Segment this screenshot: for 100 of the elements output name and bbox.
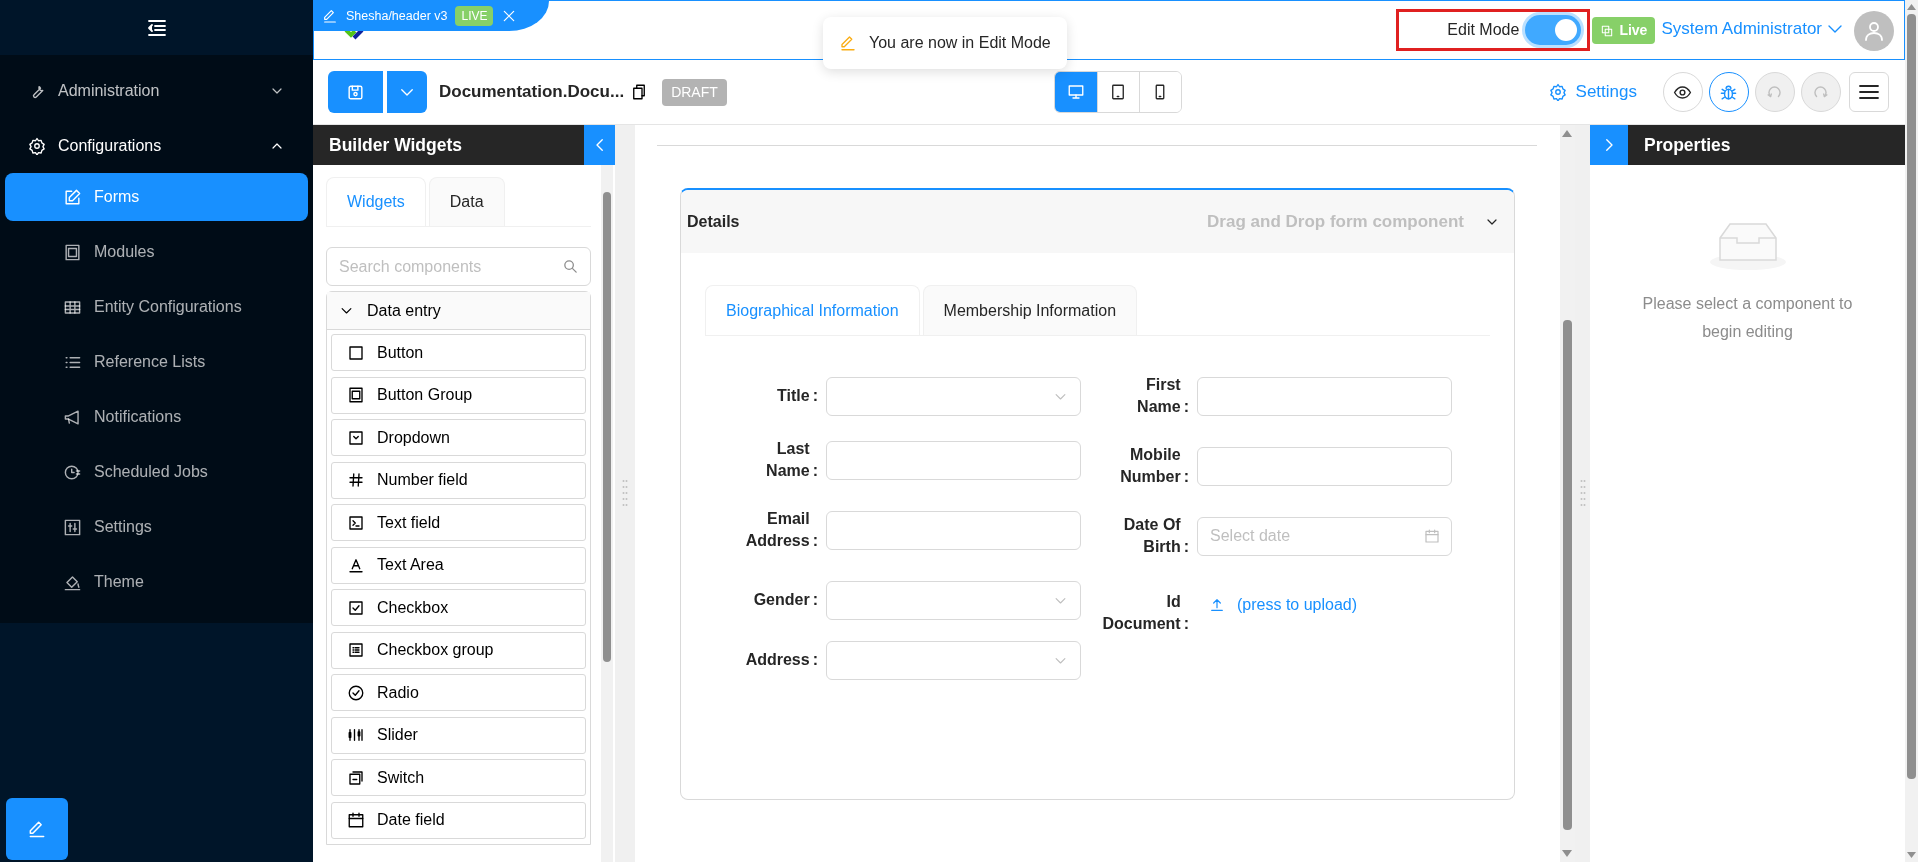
date-field[interactable]: Select date: [1197, 516, 1452, 556]
slider-icon: [347, 726, 365, 744]
sidebar-item[interactable]: Scheduled Jobs: [5, 448, 308, 496]
scrollbar[interactable]: [1560, 125, 1575, 862]
search-icon: [562, 258, 579, 275]
scroll-down-icon[interactable]: [1561, 849, 1573, 859]
radio-icon: [347, 683, 365, 702]
device-button[interactable]: [1138, 72, 1181, 112]
live-tag-text: Live: [1619, 21, 1648, 40]
copy-icon: [1600, 23, 1615, 38]
save-icon: [346, 82, 365, 102]
drag-handle-icon[interactable]: [622, 478, 628, 509]
expand-button[interactable]: [1590, 125, 1628, 165]
live-badge: LIVE: [455, 6, 494, 26]
widget-item[interactable]: Date field: [331, 801, 586, 839]
input-field[interactable]: [826, 510, 1081, 550]
widget-item[interactable]: Switch: [331, 759, 586, 796]
hash-icon: [347, 471, 365, 489]
widget-item[interactable]: Dropdown: [331, 419, 586, 456]
empty-message: Please select a component to begin editing: [1641, 294, 1854, 342]
group-header[interactable]: Data entry: [327, 292, 590, 330]
widget-item[interactable]: Checkbox: [331, 589, 586, 626]
label-colon: :: [1183, 537, 1189, 557]
widget-item[interactable]: Slider: [331, 716, 586, 754]
panel-title: Details: [687, 211, 740, 232]
edit-mode-toggle[interactable]: [1525, 15, 1582, 45]
user-icon: [1862, 19, 1886, 43]
button-group-icon: [347, 386, 365, 404]
bug-icon: [1719, 82, 1739, 102]
pencil-icon: [322, 8, 338, 24]
sidebar-item[interactable]: Modules: [5, 228, 308, 276]
scroll-up-icon[interactable]: [1561, 128, 1573, 138]
field-label: Last Name: [765, 438, 810, 481]
save-button[interactable]: [328, 71, 383, 113]
edit-button[interactable]: [6, 798, 68, 860]
widget-item[interactable]: Button: [331, 334, 586, 371]
field-label: Email Address: [744, 508, 810, 551]
module-icon: [63, 242, 82, 262]
checklist-icon: [347, 641, 365, 659]
sidebar-item[interactable]: Reference Lists: [5, 338, 308, 386]
calendar-icon: [347, 811, 365, 829]
select-field[interactable]: [826, 580, 1081, 620]
dropdown-button[interactable]: [387, 71, 427, 113]
input-field[interactable]: [1197, 446, 1452, 486]
tab[interactable]: Membership Information: [922, 285, 1138, 335]
widget-item[interactable]: Text field: [331, 504, 586, 541]
edit-icon: [63, 187, 82, 207]
select-field[interactable]: [826, 376, 1081, 416]
widget-item[interactable]: Number field: [331, 461, 586, 499]
scroll-down-icon[interactable]: [1906, 851, 1917, 860]
collapse-button[interactable]: [584, 125, 615, 165]
switch-icon: [347, 768, 365, 787]
sidebar-group[interactable]: Administration: [0, 63, 313, 118]
input-field[interactable]: [826, 440, 1081, 480]
drag-handle-icon[interactable]: [1579, 478, 1586, 509]
widget-item[interactable]: Checkbox group: [331, 631, 586, 669]
pencil-icon: [839, 34, 857, 52]
search-field[interactable]: Search components: [326, 247, 591, 286]
settings-icon: [1548, 83, 1567, 101]
label-colon: :: [1183, 467, 1189, 487]
field-label: Gender: [753, 589, 810, 610]
panel-title: Builder Widgets: [328, 133, 464, 157]
status-badge: DRAFT: [662, 78, 727, 106]
tab-title: Shesha/header v3: [346, 7, 448, 25]
toast-message: You are now in Edit Mode: [869, 33, 1051, 53]
scroll-up-icon[interactable]: [1906, 2, 1917, 11]
scrollbar[interactable]: [1905, 0, 1918, 862]
sidebar-group[interactable]: Configurations: [0, 118, 313, 173]
field-label: Date Of Birth: [1122, 514, 1181, 557]
sidebar-item[interactable]: Settings: [5, 503, 308, 551]
label-colon: :: [812, 589, 818, 610]
form-name: Documentation.Docu...: [439, 81, 625, 104]
upload-icon: [1209, 597, 1225, 613]
desktop-icon: [1066, 83, 1085, 101]
letter-icon: [347, 556, 365, 574]
field-label: Id Document: [1101, 592, 1181, 635]
label-colon: :: [1183, 397, 1189, 417]
terminal-icon: [347, 513, 365, 532]
label-colon: :: [1183, 614, 1189, 635]
settings-icon: [28, 136, 46, 155]
scrollbar[interactable]: [601, 165, 613, 862]
widget-item[interactable]: Text Area: [331, 546, 586, 584]
empty-inbox-icon: [1707, 220, 1788, 272]
input-field[interactable]: [1197, 376, 1452, 416]
tab[interactable]: Data: [428, 177, 505, 226]
dropdown-icon: [347, 428, 365, 447]
checkbox-icon: [347, 598, 365, 617]
label-colon: :: [812, 385, 818, 406]
select-field[interactable]: [826, 640, 1081, 680]
label-colon: :: [812, 649, 818, 670]
sidebar-item[interactable]: Theme: [5, 558, 308, 606]
square-icon: [347, 343, 365, 362]
drop-hint: Drag and Drop form component: [1207, 210, 1464, 233]
label-colon: :: [812, 461, 818, 481]
sidebar-item[interactable]: Entity Configurations: [5, 283, 308, 331]
widget-item[interactable]: Button Group: [331, 376, 586, 414]
calendar-icon: [1424, 527, 1440, 544]
widget-item[interactable]: Radio: [331, 674, 586, 711]
sidebar-item[interactable]: Notifications: [5, 393, 308, 441]
panel-title: Properties: [1643, 133, 1731, 157]
